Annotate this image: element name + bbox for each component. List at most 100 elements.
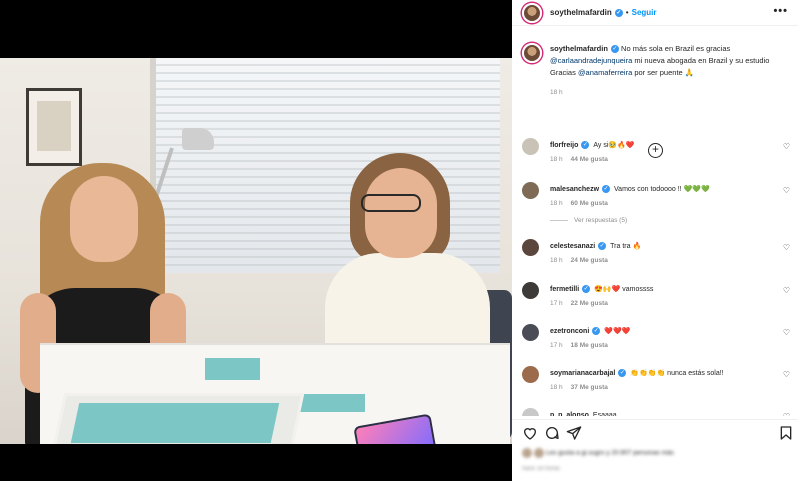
blind-slat — [156, 176, 500, 178]
likes-summary[interactable]: Les gusta a gi.sugro y 20.907 personas m… — [522, 448, 674, 458]
comment-meta: 18 h 37 Me gusta — [550, 384, 616, 391]
separator-dot: • — [625, 8, 629, 17]
comment-like-heart-icon[interactable]: ♡ — [783, 186, 790, 195]
caption-time: 18 h — [550, 89, 563, 96]
blind-slat — [156, 184, 500, 186]
commenter-username[interactable]: p_p_alonso — [550, 412, 589, 416]
verified-badge-icon: ✓ — [598, 242, 607, 251]
heart-icon[interactable] — [522, 425, 538, 441]
blind-slat — [156, 64, 500, 66]
commenter-avatar[interactable] — [522, 408, 539, 416]
post-actions-bar — [512, 419, 798, 445]
comment-time: 18 h — [550, 257, 563, 264]
comment-like-heart-icon[interactable]: ♡ — [783, 328, 790, 337]
comment-text: soymarianacarbajal ✓ 👏👏👏👏 nunca estás sola… — [550, 368, 778, 379]
comment-likes[interactable]: 37 Me gusta — [571, 384, 608, 391]
commenter-avatar[interactable] — [522, 282, 539, 299]
commenter-username[interactable]: florfreijo — [550, 142, 578, 149]
comment-likes[interactable]: 24 Me gusta — [571, 257, 608, 264]
commenter-avatar[interactable] — [522, 138, 539, 155]
comment-body: Tra tra 🔥 — [610, 243, 642, 250]
caption-username[interactable]: soythelmafardin — [550, 44, 608, 53]
share-icon[interactable] — [566, 425, 582, 441]
comment-like-heart-icon[interactable]: ♡ — [783, 286, 790, 295]
comment-meta: 18 h 44 Me gusta — [550, 156, 616, 163]
bookmark-icon[interactable] — [778, 425, 794, 441]
verified-badge-icon: ✓ — [582, 285, 591, 294]
blind-slat — [156, 168, 500, 170]
comment-body: 😍🙌❤️ vamossss — [594, 286, 654, 293]
comment-likes[interactable]: 18 Me gusta — [571, 342, 608, 349]
photo-diploma — [26, 88, 82, 166]
commenter-avatar[interactable] — [522, 324, 539, 341]
verified-badge-icon: ✓ — [602, 185, 611, 194]
commenter-username[interactable]: celestesanazi — [550, 243, 595, 250]
verified-badge-icon: ✓ — [618, 369, 627, 378]
author-avatar[interactable] — [522, 2, 542, 23]
comment-body: Ay si🥹🔥❤️ — [593, 142, 635, 149]
liker-avatar — [522, 448, 532, 458]
comment-text: fermetilli ✓ 😍🙌❤️ vamossss — [550, 284, 778, 295]
blind-slat — [156, 112, 500, 114]
comment-body: Esaaaa — [592, 412, 617, 416]
photo-desk-mat — [70, 403, 280, 443]
commenter-username[interactable]: fermetilli — [550, 286, 579, 293]
commenter-username[interactable]: ezetronconi — [550, 328, 589, 335]
blind-slat — [156, 152, 500, 154]
mention-link[interactable]: @carlaandradejunqueira — [550, 56, 632, 65]
photo-lamp-head — [182, 128, 214, 150]
comment-like-heart-icon[interactable]: ♡ — [783, 412, 790, 416]
comment-meta: 17 h 18 Me gusta — [550, 342, 616, 349]
comment-text: florfreijo ✓ Ay si🥹🔥❤️ — [550, 140, 778, 151]
post-photo[interactable] — [0, 58, 512, 444]
commenter-avatar[interactable] — [522, 182, 539, 199]
mention-link[interactable]: @anamaferreira — [578, 68, 632, 77]
blind-slat — [156, 72, 500, 74]
comment-time: 17 h — [550, 300, 563, 307]
comment-text: ezetronconi ✓ ❤️❤️❤️ — [550, 326, 778, 337]
comments-list[interactable]: soythelmafardin ✓ No más sola en Brazil e… — [512, 36, 798, 416]
blind-slat — [156, 248, 500, 250]
comment-text: p_p_alonso Esaaaa — [550, 410, 778, 416]
comment-meta: 17 h 22 Me gusta — [550, 300, 616, 307]
blind-slat — [156, 88, 500, 90]
photo-glasses — [361, 194, 421, 212]
comment-like-heart-icon[interactable]: ♡ — [783, 243, 790, 252]
caption-avatar[interactable] — [522, 43, 542, 63]
more-options-icon[interactable]: ••• — [773, 5, 788, 17]
blind-slat — [156, 96, 500, 98]
commenter-username[interactable]: soymarianacarbajal — [550, 370, 615, 377]
verified-badge-icon: ✓ — [610, 45, 619, 54]
photo-woman-left-face — [70, 176, 138, 262]
comment-like-heart-icon[interactable]: ♡ — [783, 142, 790, 151]
comment-likes[interactable]: 60 Me gusta — [571, 200, 608, 207]
comment-likes[interactable]: 22 Me gusta — [571, 300, 608, 307]
comment-body: ❤️❤️❤️ — [604, 328, 631, 335]
follow-button[interactable]: Seguir — [632, 8, 657, 17]
photo-desk-mat — [205, 358, 260, 380]
author-username[interactable]: soythelmafardin ✓ — [550, 8, 623, 17]
post-date: hace 18 horas — [522, 466, 561, 472]
blind-slat — [156, 120, 500, 122]
comment-body: Vamos con todoooo !! 💚💚💚 — [614, 186, 710, 193]
comment-like-heart-icon[interactable]: ♡ — [783, 370, 790, 379]
blind-slat — [156, 160, 500, 162]
verified-badge-icon: ✓ — [614, 8, 623, 17]
post-header: soythelmafardin ✓ • Seguir ••• — [512, 0, 798, 26]
comment-text: malesanchezw ✓ Vamos con todoooo !! 💚💚💚 — [550, 184, 778, 195]
comment-body: 👏👏👏👏 nunca estás sola!! — [630, 370, 724, 377]
post-media[interactable] — [0, 0, 512, 481]
commenter-username[interactable]: malesanchezw — [550, 186, 599, 193]
commenter-avatar[interactable] — [522, 366, 539, 383]
caption-text: soythelmafardin ✓ No más sola en Brazil e… — [550, 36, 788, 99]
comment-likes[interactable]: 44 Me gusta — [571, 156, 608, 163]
liker-avatar — [534, 448, 544, 458]
comment-icon[interactable] — [544, 425, 560, 441]
photo-woman-right-face — [365, 168, 437, 258]
commenter-avatar[interactable] — [522, 239, 539, 256]
comment-time: 18 h — [550, 384, 563, 391]
comment-text: celestesanazi ✓ Tra tra 🔥 — [550, 241, 778, 252]
view-replies-button[interactable]: Ver respuestas (5) — [550, 217, 627, 224]
blind-slat — [156, 80, 500, 82]
verified-badge-icon: ✓ — [592, 327, 601, 336]
